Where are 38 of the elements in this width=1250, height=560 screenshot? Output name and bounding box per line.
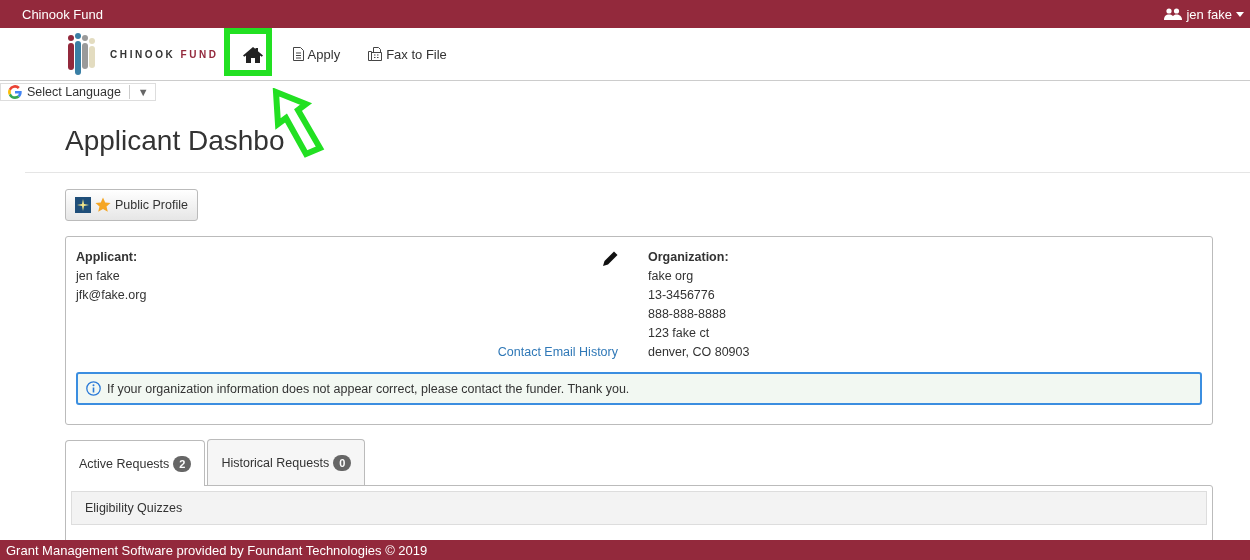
site-title: Chinook Fund (22, 6, 103, 22)
apply-link[interactable]: Apply (278, 28, 355, 80)
document-icon (292, 47, 304, 61)
home-icon (242, 45, 263, 63)
organization-detail: 123 fake ct (648, 325, 711, 342)
logo-text: FUND (180, 48, 219, 60)
organization-detail: 888-888-8888 (648, 306, 727, 323)
users-icon (1164, 8, 1183, 20)
caret-icon (1236, 11, 1244, 17)
panel-title: Eligibility Quizzes (85, 501, 183, 515)
fax-link[interactable]: Fax to File (354, 28, 461, 80)
language-select[interactable]: Select Language ▼ (0, 83, 156, 101)
google-icon (8, 85, 22, 99)
applicant-heading: Applicant: (76, 249, 139, 266)
sparkle-icon (75, 197, 91, 213)
people-logo-icon (66, 32, 98, 76)
alert-text: If your organization information does not appear correct, please contact the funder. Thank you. (107, 381, 630, 396)
public-profile-button[interactable]: Public Profile (65, 189, 198, 221)
star-icon (95, 197, 111, 213)
organization-detail: 13-3456776 (648, 287, 716, 304)
info-icon (86, 381, 101, 396)
applicant-detail: jfk@fake.org (76, 287, 147, 304)
count-badge: 0 (333, 455, 352, 471)
organization-detail: fake org (648, 268, 695, 285)
page-title: Applicant Dashbo (65, 124, 285, 158)
count-badge: 2 (173, 456, 192, 472)
request-tab[interactable]: Historical Requests 0 (207, 439, 366, 485)
fax-icon (368, 47, 383, 61)
edit-icon[interactable] (603, 251, 618, 266)
highlight-frame (224, 28, 272, 76)
user-menu[interactable]: jen fake (1164, 6, 1244, 22)
logo-text: CHINOOK (110, 48, 176, 60)
contact-email-history-link[interactable]: Contact Email History (497, 343, 618, 362)
footer-text: Grant Management Software provided by Foundant Technologies © 2019 (6, 542, 428, 558)
organization-heading: Organization: (648, 249, 730, 266)
applicant-detail: jen fake (76, 268, 121, 285)
request-tab[interactable]: Active Requests 2 (65, 440, 206, 486)
organization-detail: denver, CO 80903 (648, 344, 750, 361)
